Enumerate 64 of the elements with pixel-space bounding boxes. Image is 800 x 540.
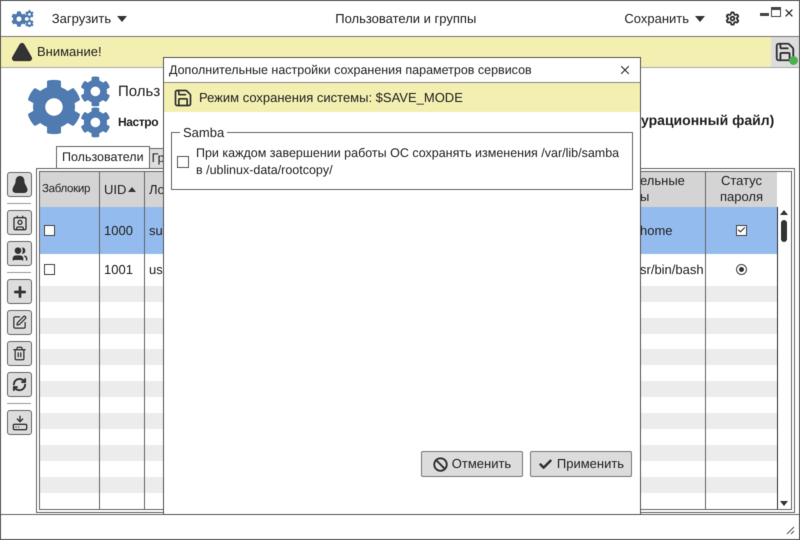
column-header[interactable]: ы xyxy=(640,189,705,206)
edit-icon xyxy=(12,315,27,330)
add-button[interactable] xyxy=(7,279,32,304)
table-cell-text: sr/bin/bash xyxy=(640,260,704,279)
warning-icon xyxy=(11,41,33,63)
trash-icon xyxy=(12,346,27,361)
window-title: Пользователи и группы xyxy=(334,10,478,28)
save-menu[interactable]: Сохранить xyxy=(624,8,705,28)
edit-button[interactable] xyxy=(7,310,32,335)
maximize-icon[interactable] xyxy=(771,7,781,17)
checkbox[interactable] xyxy=(736,224,747,236)
plus-icon xyxy=(12,284,28,300)
checkbox[interactable] xyxy=(44,264,55,276)
close-icon[interactable] xyxy=(618,63,632,77)
penguin-icon xyxy=(12,176,28,194)
load-menu[interactable]: Загрузить xyxy=(52,8,128,28)
mode-text: Режим сохранения системы: $SAVE_MODE xyxy=(199,88,463,107)
group-title: Samba xyxy=(182,124,226,142)
save-status-icon[interactable] xyxy=(771,37,799,67)
tab[interactable]: Пользователи xyxy=(56,146,150,168)
caret-icon xyxy=(117,16,128,22)
check-icon xyxy=(538,456,553,472)
delete-button[interactable] xyxy=(7,341,32,366)
scrollbar[interactable] xyxy=(777,207,790,509)
groups-button[interactable] xyxy=(7,241,32,266)
cancel-icon xyxy=(432,456,448,472)
column-header[interactable]: Заблокир xyxy=(42,180,90,198)
column-header[interactable]: Статус пароля xyxy=(706,173,777,206)
column-header[interactable]: ельные xyxy=(640,173,705,190)
scroll-up-arrow-icon[interactable] xyxy=(780,210,788,215)
users-button[interactable] xyxy=(7,210,32,235)
apply-button[interactable]: Применить xyxy=(530,451,632,477)
gears-icon xyxy=(26,76,111,138)
checkbox[interactable] xyxy=(177,156,189,168)
scrollbar-thumb[interactable] xyxy=(781,220,787,242)
warning-text: Внимание! xyxy=(37,43,103,62)
refresh-icon xyxy=(12,377,27,392)
table-cell-text: su xyxy=(149,222,163,240)
close-icon[interactable] xyxy=(783,7,795,19)
save-icon xyxy=(173,88,193,108)
download-button[interactable] xyxy=(7,410,32,435)
column-header[interactable]: UID xyxy=(104,180,126,200)
table-cell-text: us xyxy=(149,260,163,279)
app-gears-icon xyxy=(11,10,34,28)
caret-icon xyxy=(695,16,705,22)
table-cell-text: home xyxy=(640,222,673,240)
refresh-button[interactable] xyxy=(7,372,32,397)
page-subtitle: Настро xyxy=(118,114,158,130)
page-subtitle: урационный файл) xyxy=(641,112,774,128)
download-icon xyxy=(12,414,28,430)
page-title: Польз xyxy=(118,82,162,102)
settings-icon[interactable] xyxy=(725,11,740,26)
table-cell-text: 1000 xyxy=(104,222,133,240)
scroll-down-arrow-icon[interactable] xyxy=(780,501,788,506)
radio-button[interactable] xyxy=(736,264,747,276)
checkbox[interactable] xyxy=(44,224,55,236)
resize-grip-icon[interactable] xyxy=(786,526,795,535)
dialog-title: Дополнительные настройки сохранения параметров сервисов xyxy=(169,62,533,79)
contact-card-icon xyxy=(12,214,28,230)
option-label[interactable]: При каждом завершении работы ОС сохранять изменения /var/lib/samba в /ublinux-data/rootcopy/ xyxy=(196,144,621,178)
users-icon xyxy=(12,246,28,262)
system-button[interactable] xyxy=(7,172,32,197)
table-cell-text: 1001 xyxy=(104,260,133,279)
cancel-button[interactable]: Отменить xyxy=(421,451,523,477)
